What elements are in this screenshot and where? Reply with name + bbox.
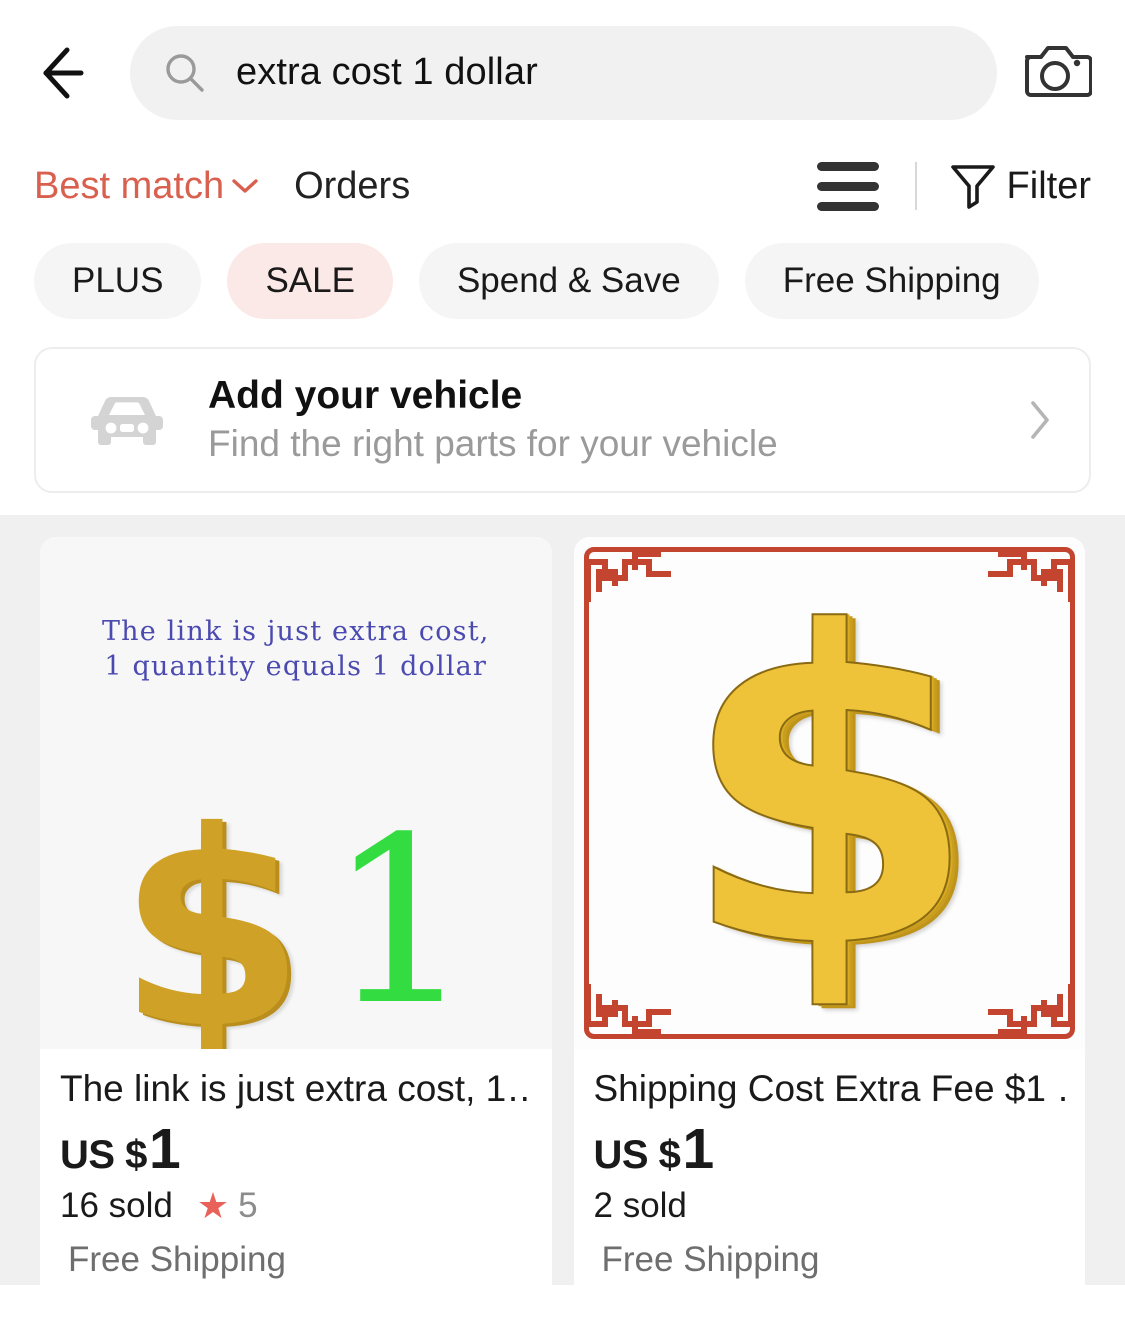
chip-free-shipping[interactable]: Free Shipping [744,243,1039,319]
product-amount: 1 [148,1117,181,1182]
product-shipping: Free Shipping [601,1240,820,1280]
search-results-screen: extra cost 1 dollar Best match Orders Fi… [0,0,1125,1339]
number-one-glyph: 1 [327,789,474,1049]
list-view-icon[interactable] [811,155,885,217]
vehicle-banner-texts: Add your vehicle Find the right parts fo… [208,374,778,465]
product-meta: 16 sold ★ 5 [60,1186,532,1226]
sort-bar-actions: Filter [811,155,1091,217]
search-icon [164,52,206,94]
back-button[interactable] [34,36,108,110]
product-shipping: Free Shipping [68,1240,286,1280]
chip-free-shipping-label: Free Shipping [782,261,1001,300]
sort-option-orders-label: Orders [294,164,411,207]
filter-label: Filter [1006,164,1091,207]
sort-option-best-match-label: Best match [34,164,225,207]
product-title: The link is just extra cost, 1… [60,1068,532,1109]
product-sold-count: 2 sold [593,1186,687,1226]
product-card[interactable]: The link is just extra cost, 1 quantity … [40,537,552,1307]
sort-option-orders[interactable]: Orders [294,165,410,208]
back-arrow-icon [41,46,101,100]
product-meta: 2 sold [594,1186,1066,1226]
product-image: The link is just extra cost, 1 quantity … [40,537,552,1049]
add-vehicle-banner[interactable]: Add your vehicle Find the right parts fo… [34,347,1091,493]
camera-search-button[interactable] [1019,35,1095,111]
product-grid: The link is just extra cost, 1 quantity … [0,537,1125,1307]
sort-bar: Best match Orders Filter [0,145,1125,227]
chip-plus-label: PLUS [72,261,164,300]
divider [914,162,917,210]
product-sold-count: 16 sold [60,1186,173,1226]
dollar-sign-glyph: $ [679,542,980,1043]
product-amount: 1 [682,1117,715,1182]
funnel-icon [947,158,999,215]
product-rating: 5 [238,1186,258,1226]
chip-plus[interactable]: PLUS [34,243,202,319]
search-input-value: extra cost 1 dollar [236,51,538,93]
car-icon [84,388,170,452]
sort-option-best-match[interactable]: Best match [34,165,260,208]
product-card[interactable]: $ Shipping Cost Extra Fee $1 … US $ 1 2 … [573,537,1086,1307]
camera-icon [1022,41,1093,104]
product-currency: US $ [593,1133,681,1178]
chevron-down-icon [230,176,260,196]
vehicle-banner-wrap: Add your vehicle Find the right parts fo… [0,341,1125,493]
star-icon: ★ [196,1185,230,1227]
product-info: The link is just extra cost, 1… US $ 1 1… [40,1049,552,1306]
product-image: $ [573,537,1086,1049]
vehicle-banner-title: Add your vehicle [208,374,523,418]
filter-button[interactable]: Filter [947,158,1091,215]
chip-sale[interactable]: SALE [227,243,393,319]
product-price: US $ 1 [594,1121,1066,1178]
product-currency: US $ [60,1133,147,1178]
chip-spend-and-save[interactable]: Spend & Save [418,243,719,319]
product-info: Shipping Cost Extra Fee $1 … US $ 1 2 so… [574,1049,1086,1306]
product-image-caption-line2: 1 quantity equals 1 dollar [104,650,488,682]
product-image-caption-line1: The link is just extra cost, [101,616,490,647]
search-input[interactable]: extra cost 1 dollar [130,25,997,120]
product-price: US $ 1 [60,1121,532,1178]
vehicle-banner-subtitle: Find the right parts for your vehicle [208,423,778,465]
chip-sale-label: SALE [265,261,355,300]
chevron-right-icon [1027,398,1063,442]
results-area: The link is just extra cost, 1 quantity … [0,515,1125,1307]
dollar-sign-glyph: $ [117,772,306,1049]
product-image-art: $ 1 [40,741,552,1049]
product-title: Shipping Cost Extra Fee $1 … [593,1068,1066,1109]
product-image-caption: The link is just extra cost, 1 quantity … [40,615,552,684]
filter-chips: PLUS SALE Spend & Save Free Shipping [0,227,1125,341]
product-image-art: $ [574,537,1086,1049]
search-header: extra cost 1 dollar [0,0,1125,145]
chip-spend-and-save-label: Spend & Save [456,261,681,300]
